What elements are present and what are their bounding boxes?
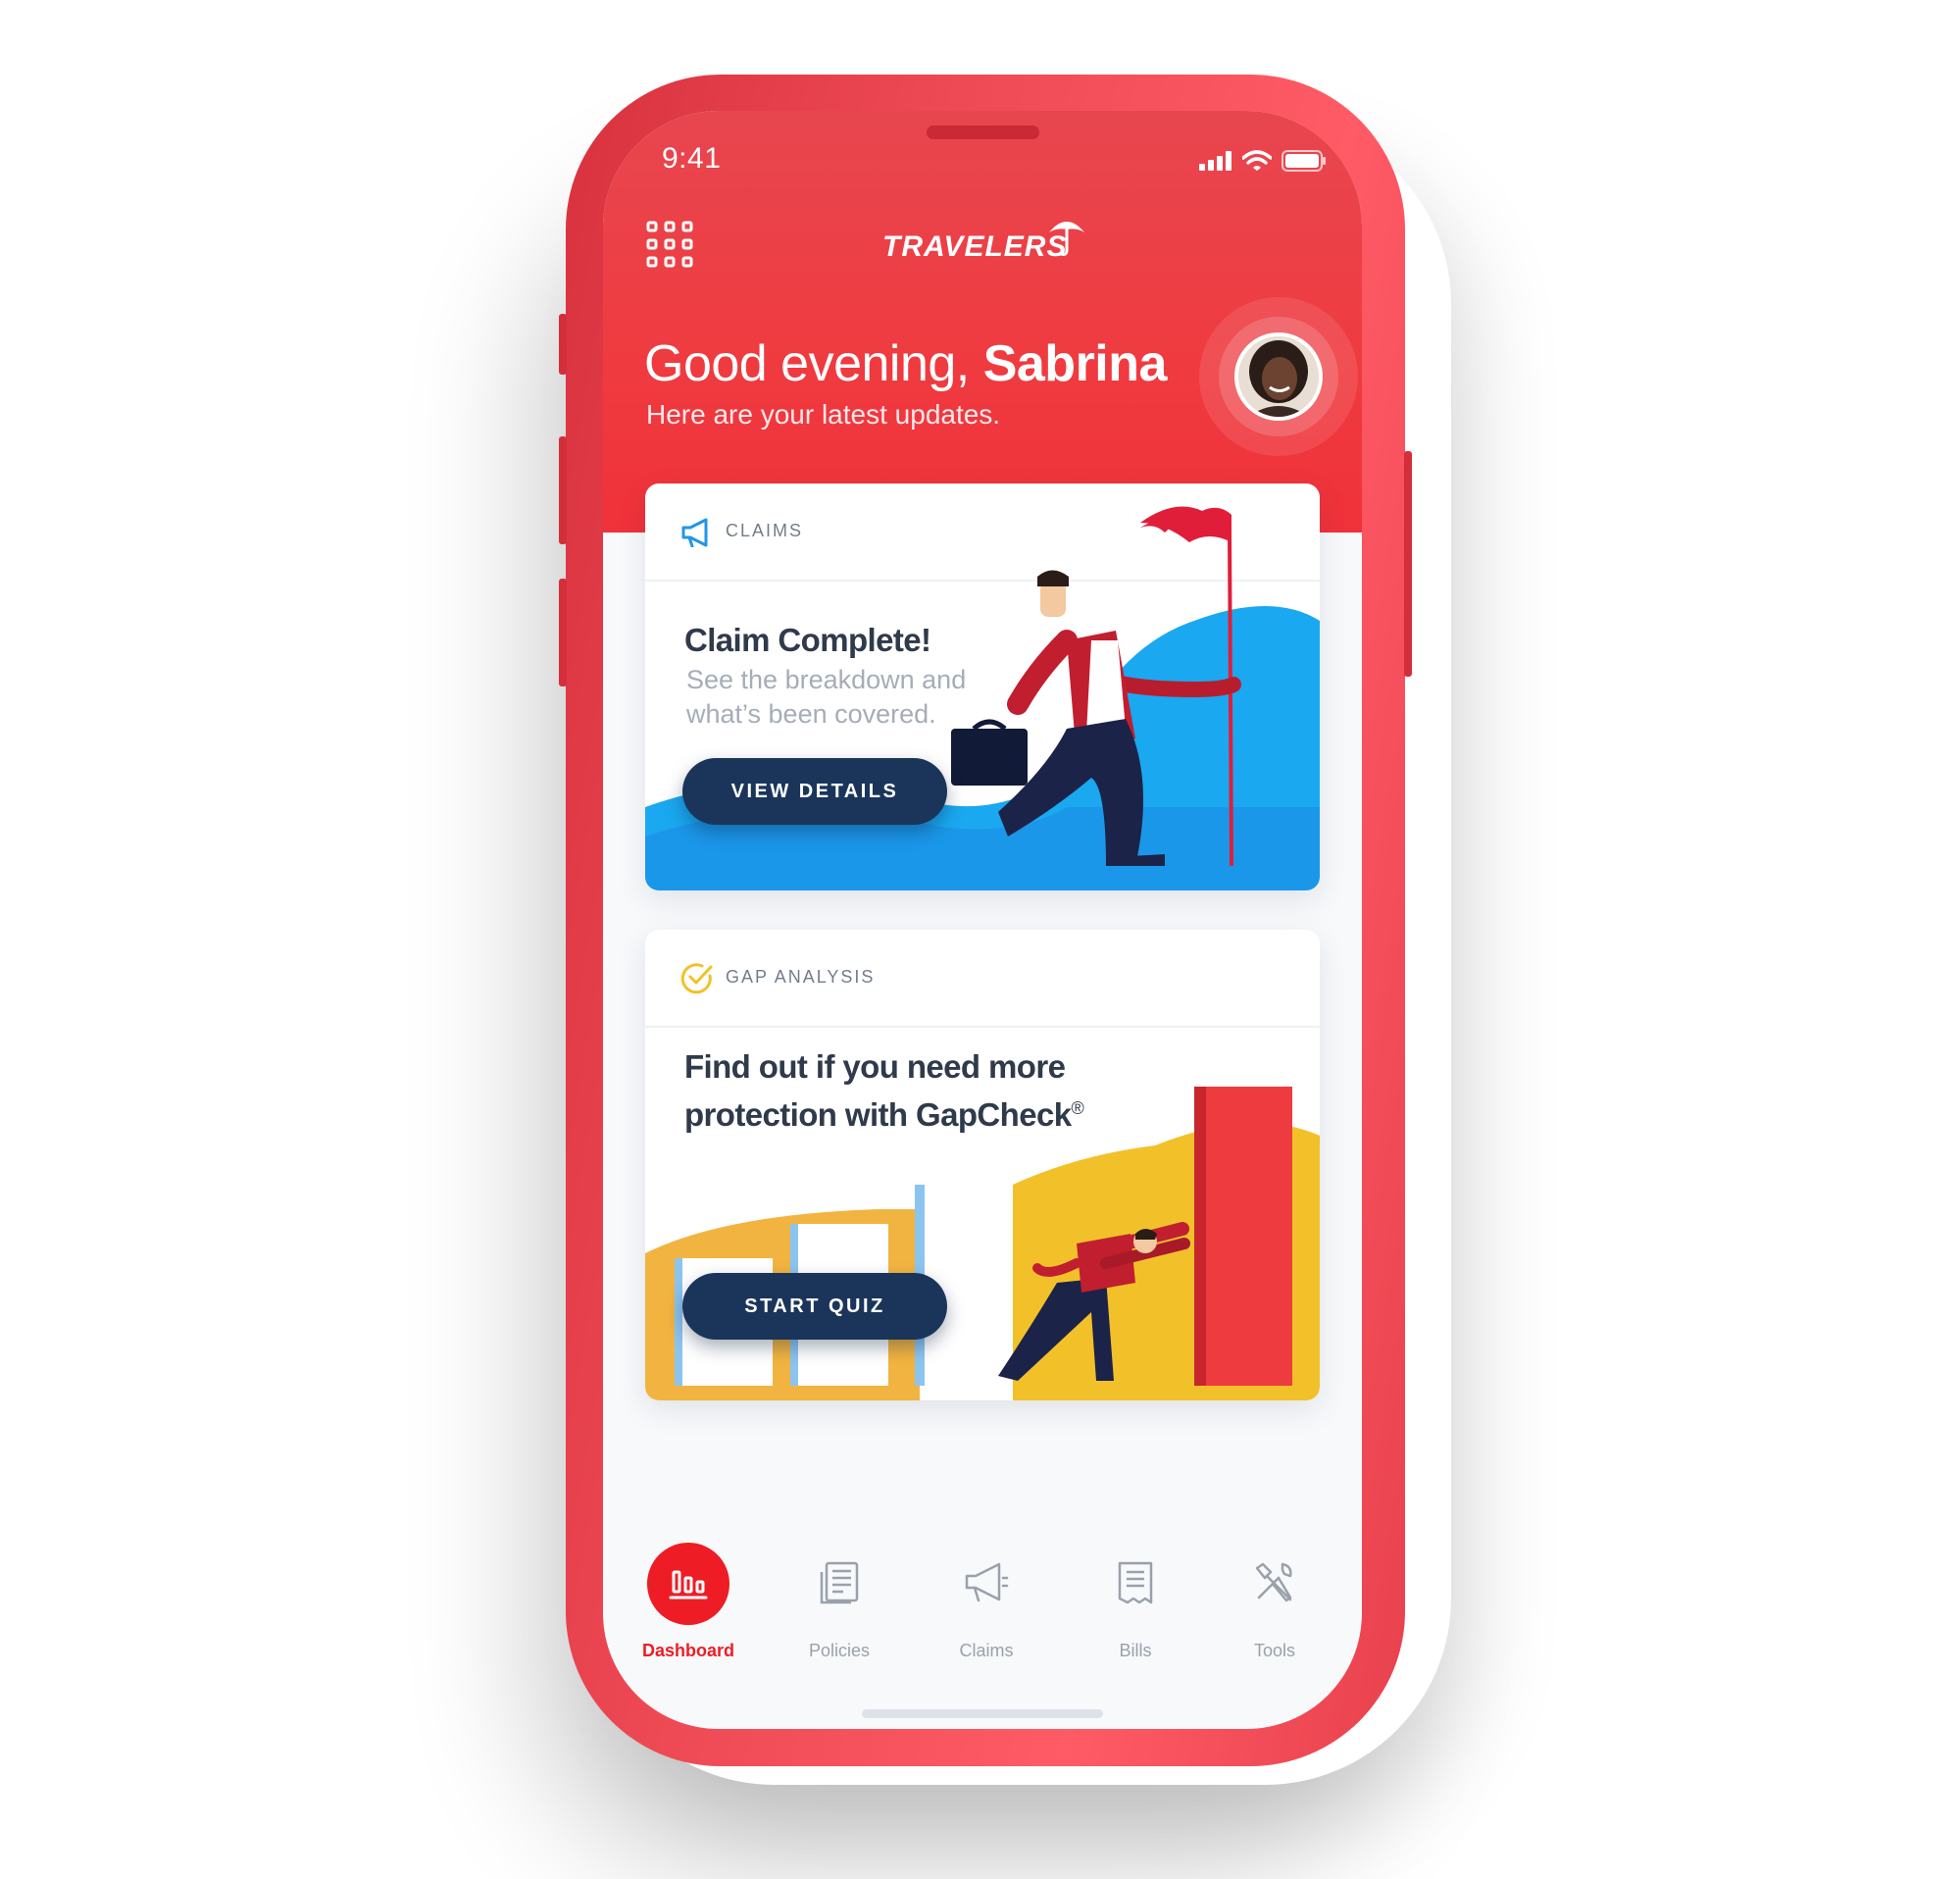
gap-card-title-line2-text: protection with GapCheck — [684, 1096, 1072, 1133]
claims-card[interactable]: CLAIMS Claim Complete! See the breakdown… — [645, 483, 1320, 890]
tab-claims-label: Claims — [959, 1641, 1014, 1660]
avatar-portrait — [1238, 336, 1319, 417]
app-screen: 9:41 TRAVELERS Good evening, Sabrina Her… — [603, 111, 1362, 1729]
tab-dashboard[interactable]: Dashboard — [625, 1543, 752, 1660]
dashboard-icon — [669, 1570, 708, 1600]
tab-tools-label: Tools — [1253, 1641, 1296, 1660]
avatar[interactable] — [1234, 332, 1323, 421]
volume-up-button — [559, 436, 567, 544]
greeting-title: Good evening, Sabrina — [644, 334, 1167, 393]
bottom-tab-bar: Dashboard Policies Claims Bills Tools — [603, 1543, 1362, 1670]
megaphone-icon — [965, 1562, 1009, 1602]
tools-icon — [1255, 1562, 1292, 1602]
status-icons — [1199, 150, 1327, 172]
silent-switch — [559, 314, 567, 375]
view-details-button[interactable]: VIEW DETAILS — [682, 758, 947, 825]
policies-icon — [820, 1561, 859, 1604]
greeting-name: Sabrina — [982, 335, 1168, 392]
wifi-icon — [1242, 150, 1272, 171]
tab-dashboard-label: Dashboard — [641, 1641, 735, 1660]
battery-icon — [1282, 150, 1326, 172]
signal-icon — [1199, 151, 1231, 171]
tab-claims[interactable]: Claims — [923, 1543, 1050, 1660]
umbrella-logo-icon — [1049, 222, 1084, 256]
gap-card-title: Find out if you need more protection wit… — [684, 1045, 1084, 1136]
claims-card-title: Claim Complete! — [684, 622, 931, 658]
tab-bills[interactable]: Bills — [1072, 1543, 1199, 1660]
greeting-subtitle: Here are your latest updates. — [646, 399, 1001, 430]
registered-mark: ® — [1071, 1098, 1084, 1118]
claims-card-body: See the breakdown and what’s been covere… — [686, 663, 966, 732]
claims-card-body-line2: what’s been covered. — [686, 699, 936, 729]
greeting-prefix: Good evening, — [644, 335, 983, 392]
tab-policies-label: Policies — [808, 1641, 871, 1660]
claims-card-body-line1: See the breakdown and — [686, 665, 967, 694]
bills-icon — [1118, 1561, 1153, 1604]
grid-menu-icon[interactable] — [646, 221, 693, 268]
home-indicator — [862, 1709, 1103, 1718]
start-quiz-button[interactable]: START QUIZ — [682, 1273, 947, 1340]
tab-policies[interactable]: Policies — [776, 1543, 903, 1660]
speaker-notch — [927, 126, 1039, 139]
tab-tools[interactable]: Tools — [1211, 1543, 1338, 1660]
gap-card-title-line2: protection with GapCheck® — [684, 1088, 1084, 1136]
power-button — [1404, 451, 1412, 677]
status-time: 9:41 — [662, 142, 722, 175]
gap-card-title-line1: Find out if you need more — [684, 1048, 1066, 1085]
tab-bills-label: Bills — [1119, 1641, 1152, 1660]
volume-down-button — [559, 579, 567, 686]
gap-analysis-card[interactable]: GAP ANALYSIS Find out if you need more p… — [645, 930, 1320, 1400]
travelers-logo-text: TRAVELERS — [882, 230, 1068, 263]
